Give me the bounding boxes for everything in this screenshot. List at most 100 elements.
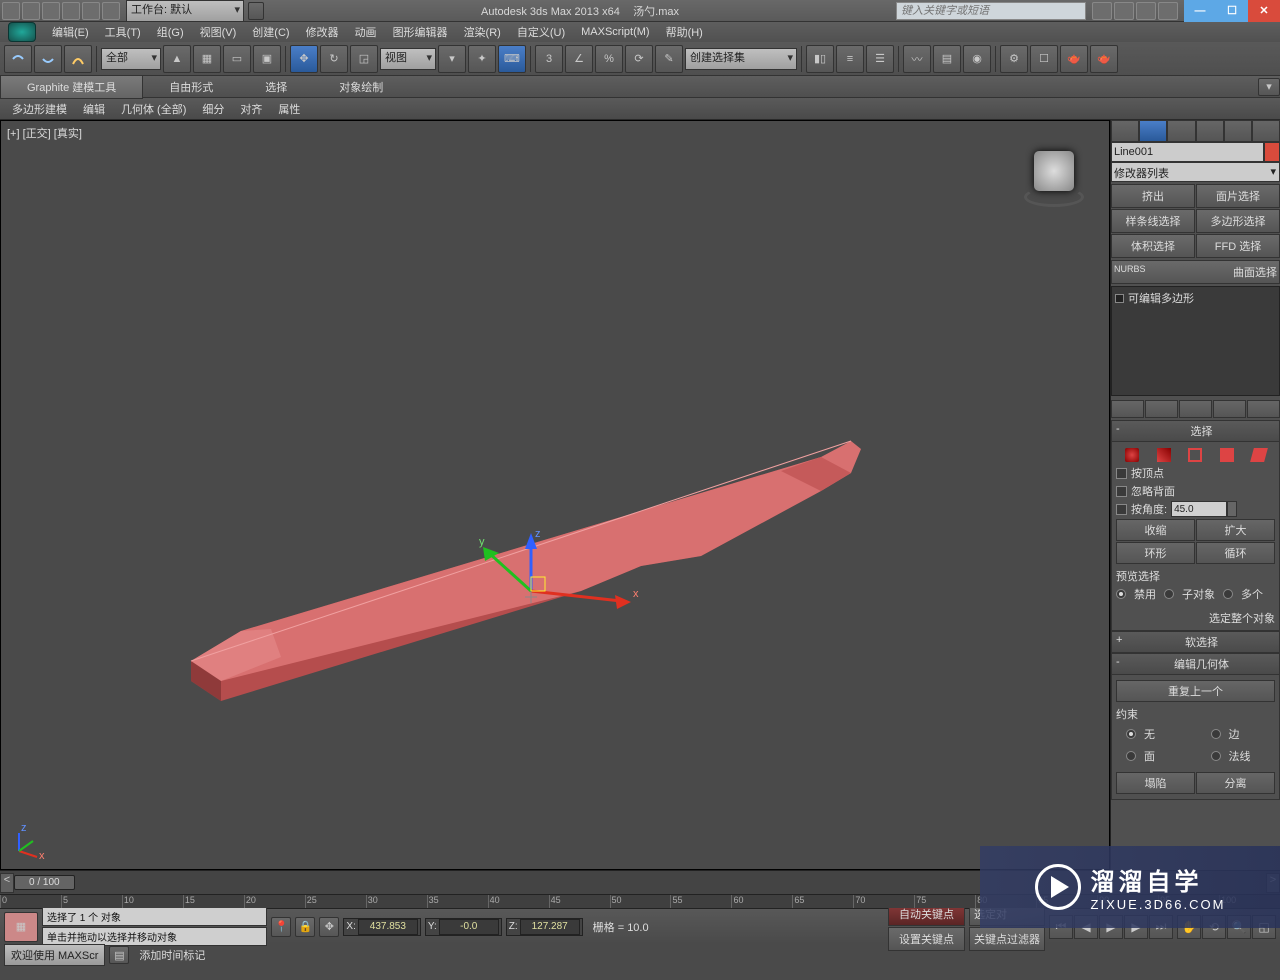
ref-coord[interactable]: 视图 bbox=[380, 48, 436, 70]
render-setup-button[interactable]: ⚙ bbox=[1000, 45, 1028, 73]
radio-subobj[interactable] bbox=[1164, 589, 1174, 599]
btn-detach[interactable]: 分离 bbox=[1196, 772, 1275, 794]
menu-group[interactable]: 组(G) bbox=[149, 22, 192, 42]
time-prev-icon[interactable]: < bbox=[0, 873, 14, 893]
btn-extrude[interactable]: 挤出 bbox=[1111, 184, 1195, 208]
tab-graphite[interactable]: Graphite 建模工具 bbox=[0, 75, 143, 99]
snap-percent-button[interactable]: % bbox=[595, 45, 623, 73]
menu-views[interactable]: 视图(V) bbox=[192, 22, 245, 42]
workspace-selector[interactable]: 工作台: 默认 bbox=[126, 0, 264, 22]
radio-normal[interactable] bbox=[1211, 751, 1221, 761]
menu-tools[interactable]: 工具(T) bbox=[97, 22, 149, 42]
help-icon[interactable] bbox=[1158, 2, 1178, 20]
maximize-button[interactable]: ☐ bbox=[1216, 0, 1248, 22]
render-frame-button[interactable]: ☐ bbox=[1030, 45, 1058, 73]
subscription-icon[interactable] bbox=[1092, 2, 1112, 20]
render-production-button[interactable]: 🫖 bbox=[1090, 45, 1118, 73]
ribbon-toggle-icon[interactable]: ▾ bbox=[1258, 78, 1280, 96]
panel-geometry[interactable]: 几何体 (全部) bbox=[113, 99, 194, 119]
undo-button[interactable] bbox=[4, 45, 32, 73]
manipulate-button[interactable]: ✦ bbox=[468, 45, 496, 73]
viewcube[interactable] bbox=[1019, 141, 1089, 211]
btn-vol-select[interactable]: 体积选择 bbox=[1111, 234, 1195, 258]
layers-button[interactable]: ☰ bbox=[866, 45, 894, 73]
setkey-button[interactable]: 设置关键点 bbox=[888, 927, 965, 951]
save-icon[interactable] bbox=[42, 2, 60, 20]
menu-create[interactable]: 创建(C) bbox=[244, 22, 297, 42]
new-icon[interactable] bbox=[2, 2, 20, 20]
btn-patch-select[interactable]: 面片选择 bbox=[1196, 184, 1280, 208]
subobj-element-icon[interactable] bbox=[1250, 448, 1268, 462]
subobj-edge-icon[interactable] bbox=[1157, 448, 1171, 462]
pivot-button[interactable]: ▾ bbox=[438, 45, 466, 73]
tab-freeform[interactable]: 自由形式 bbox=[143, 76, 239, 98]
close-button[interactable]: ✕ bbox=[1248, 0, 1280, 22]
modifier-stack[interactable]: 可编辑多边形 bbox=[1111, 286, 1280, 396]
select-object-button[interactable]: ▲ bbox=[163, 45, 191, 73]
radio-face[interactable] bbox=[1126, 751, 1136, 761]
btn-ffd-select[interactable]: FFD 选择 bbox=[1196, 234, 1280, 258]
viewport-label[interactable]: [+] [正交] [真实] bbox=[7, 125, 82, 141]
subobj-border-icon[interactable] bbox=[1188, 448, 1202, 462]
redo-icon[interactable] bbox=[82, 2, 100, 20]
panel-subdiv[interactable]: 细分 bbox=[194, 99, 232, 119]
align-button[interactable]: ≡ bbox=[836, 45, 864, 73]
menu-customize[interactable]: 自定义(U) bbox=[509, 22, 573, 42]
btn-ring[interactable]: 环形 bbox=[1116, 542, 1195, 564]
pin-stack-icon[interactable] bbox=[1111, 400, 1144, 418]
radio-multi[interactable] bbox=[1223, 589, 1233, 599]
btn-grow[interactable]: 扩大 bbox=[1196, 519, 1275, 541]
render-button[interactable]: 🫖 bbox=[1060, 45, 1088, 73]
open-icon[interactable] bbox=[22, 2, 40, 20]
menu-graph[interactable]: 图形编辑器 bbox=[385, 22, 456, 42]
scale-button[interactable]: ◲ bbox=[350, 45, 378, 73]
chk-by-angle[interactable]: 按角度: bbox=[1116, 500, 1275, 518]
remove-mod-icon[interactable] bbox=[1213, 400, 1246, 418]
rollout-editgeom-header[interactable]: -编辑几何体 bbox=[1111, 653, 1280, 675]
curve-editor-button[interactable]: 〰 bbox=[903, 45, 931, 73]
stack-item[interactable]: 可编辑多边形 bbox=[1114, 289, 1277, 307]
radio-disable[interactable] bbox=[1116, 589, 1126, 599]
selection-filter[interactable]: 全部 bbox=[101, 48, 161, 70]
search-input[interactable] bbox=[896, 2, 1086, 20]
rotate-button[interactable]: ↻ bbox=[320, 45, 348, 73]
keyboard-shortcut-button[interactable]: ⌨ bbox=[498, 45, 526, 73]
btn-repeat-last[interactable]: 重复上一个 bbox=[1116, 680, 1275, 702]
snap-spinner-button[interactable]: ⟳ bbox=[625, 45, 653, 73]
angle-input[interactable] bbox=[1171, 501, 1227, 517]
panel-align[interactable]: 对齐 bbox=[232, 99, 270, 119]
exchange-icon[interactable] bbox=[1114, 2, 1134, 20]
configure-sets-icon[interactable] bbox=[1247, 400, 1280, 418]
chk-by-vertex[interactable]: 按顶点 bbox=[1116, 464, 1275, 482]
add-time-tag[interactable]: 添加时间标记 bbox=[133, 947, 211, 963]
btn-nurbs[interactable]: NURBS曲面选择 bbox=[1111, 260, 1280, 284]
named-selection[interactable]: 创建选择集 bbox=[685, 48, 797, 70]
key-filters-button[interactable]: 关键点过滤器 bbox=[969, 927, 1045, 951]
menu-maxscript[interactable]: MAXScript(M) bbox=[573, 24, 657, 40]
move-button[interactable]: ✥ bbox=[290, 45, 318, 73]
window-crossing-button[interactable]: ▣ bbox=[253, 45, 281, 73]
make-unique-icon[interactable] bbox=[1179, 400, 1212, 418]
viewport[interactable]: [+] [正交] [真实] z y x bbox=[0, 120, 1110, 870]
panel-edit[interactable]: 编辑 bbox=[75, 99, 113, 119]
material-editor-button[interactable]: ◉ bbox=[963, 45, 991, 73]
menu-modifiers[interactable]: 修改器 bbox=[298, 22, 347, 42]
radio-edge[interactable] bbox=[1211, 729, 1221, 739]
btn-spline-select[interactable]: 样条线选择 bbox=[1111, 209, 1195, 233]
tab-motion-icon[interactable] bbox=[1196, 120, 1224, 142]
tab-display-icon[interactable] bbox=[1224, 120, 1252, 142]
workspace-menu-icon[interactable] bbox=[248, 2, 264, 20]
object-color-swatch[interactable] bbox=[1264, 142, 1280, 162]
menu-help[interactable]: 帮助(H) bbox=[658, 22, 711, 42]
select-rect-button[interactable]: ▭ bbox=[223, 45, 251, 73]
subobj-polygon-icon[interactable] bbox=[1220, 448, 1234, 462]
tab-utilities-icon[interactable] bbox=[1252, 120, 1280, 142]
project-icon[interactable] bbox=[102, 2, 120, 20]
show-end-icon[interactable] bbox=[1145, 400, 1178, 418]
radio-none[interactable] bbox=[1126, 729, 1136, 739]
schematic-button[interactable]: ▤ bbox=[933, 45, 961, 73]
link-button[interactable] bbox=[64, 45, 92, 73]
time-slider[interactable]: 0 / 100 bbox=[14, 875, 75, 890]
minimize-button[interactable]: — bbox=[1184, 0, 1216, 22]
tab-modify-icon[interactable] bbox=[1139, 120, 1167, 142]
